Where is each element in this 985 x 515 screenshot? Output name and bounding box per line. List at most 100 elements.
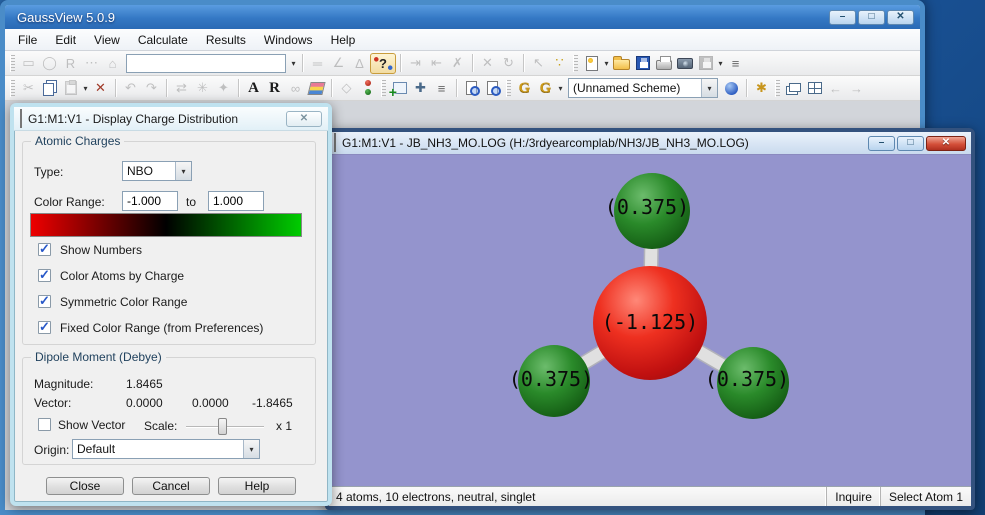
scheme-combobox-arrow-icon[interactable]: ▾ [701,79,717,97]
add-text-icon[interactable]: A [243,78,264,99]
maximize-button[interactable]: □ [858,9,885,25]
place-fragment-icon[interactable]: ▭ [18,53,39,74]
scheme-edit-icon[interactable] [721,78,742,99]
quicklaunch-caret-icon[interactable]: ▾ [556,84,565,93]
add-view-icon[interactable] [389,78,410,100]
save-all-icon[interactable] [695,53,716,74]
toolbar-grip[interactable] [381,79,386,97]
molwin-maximize-button[interactable]: □ [897,135,924,151]
r-group-fragment-icon[interactable]: R [60,53,81,74]
toolbar-grip[interactable] [506,79,511,97]
nav-forward-icon[interactable]: → [846,78,867,99]
gaussian-quicklaunch-icon[interactable]: G [535,78,556,99]
builder-search-input[interactable] [126,53,286,73]
paste-caret-icon[interactable]: ▾ [81,84,90,93]
open-file-icon[interactable] [611,53,632,74]
rebond-icon[interactable]: ↻ [498,53,519,74]
redo-icon[interactable]: ↷ [141,78,162,99]
add-formula-icon[interactable]: R [264,78,285,99]
molecule-window-titlebar[interactable]: G1:M1:V1 - JB_NH3_MO.LOG (H:/3rdyearcomp… [329,132,971,154]
angle-tool-icon[interactable]: ∠ [328,53,349,74]
molwin-close-button[interactable]: ✕ [926,135,966,151]
close-button[interactable]: ✕ [887,9,914,25]
copy-icon[interactable] [39,78,60,99]
clean-structure-icon[interactable]: ✳ [192,78,213,99]
toolbar-grip[interactable] [573,54,578,72]
cascade-windows-icon[interactable] [783,78,804,99]
color-range-max-input[interactable] [208,191,264,211]
output-viewer-icon[interactable] [482,78,503,99]
fixed-range-checkbox[interactable] [38,319,51,335]
delete-icon[interactable]: ✕ [90,78,111,99]
toolbar-grip[interactable] [10,54,15,72]
origin-arrow-icon[interactable]: ▾ [243,440,259,458]
new-file-caret-icon[interactable]: ▾ [602,59,611,68]
main-titlebar[interactable]: GaussView 5.0.9 – □ ✕ [5,5,920,29]
ring-fragment-icon[interactable]: ◯ [39,53,60,74]
delete-fragment-icon[interactable]: ✗ [447,53,468,74]
remove-valence-icon[interactable]: ⇤ [426,53,447,74]
atomic-charges-group-label: Atomic Charges [31,134,125,148]
color-range-min-input[interactable] [122,191,178,211]
molwin-minimize-button[interactable]: – [868,135,895,151]
item-list-icon[interactable]: ≡ [725,53,746,74]
dialog-titlebar[interactable]: G1:M1:V1 - Display Charge Distribution ✕ [14,107,328,131]
charge-type-dropdown[interactable]: NBO ▾ [122,161,192,181]
origin-dropdown[interactable]: Default ▾ [72,439,260,459]
cut-icon[interactable]: ✂ [18,78,39,99]
molecule-viewport[interactable]: (0.375) (-1.125) (0.375) (0.375) [329,154,971,486]
atom-selection-icon[interactable]: ∵ [549,53,570,74]
show-numbers-label: Show Numbers [60,243,143,257]
invert-selection-icon[interactable]: ✕ [477,53,498,74]
chain-fragment-icon[interactable]: ⋯ [81,53,102,74]
symmetric-range-checkbox[interactable] [38,293,51,309]
help-button[interactable]: Help [218,477,296,495]
toolbar-grip[interactable] [775,79,780,97]
dialog-close-button[interactable]: ✕ [286,110,322,127]
cancel-button[interactable]: Cancel [132,477,210,495]
menu-windows[interactable]: Windows [255,30,322,50]
menu-help[interactable]: Help [322,30,365,50]
charge-type-arrow-icon[interactable]: ▾ [175,162,191,180]
mirror-icon[interactable]: ⇄ [171,78,192,99]
tile-windows-icon[interactable] [804,78,825,99]
print-file-icon[interactable] [653,53,674,74]
gaussian-calculate-icon[interactable]: G [514,78,535,99]
menu-calculate[interactable]: Calculate [129,30,197,50]
new-file-icon[interactable] [581,53,602,74]
sequence-list-icon[interactable]: ≡ [431,78,452,99]
builder-combo-caret-icon[interactable]: ▾ [289,59,298,68]
close-dialog-button[interactable]: Close [46,477,124,495]
preferences-icon[interactable]: ✱ [751,78,772,99]
symmetrize-icon[interactable]: ✦ [213,78,234,99]
dihedral-tool-icon[interactable]: ∆ [349,53,370,74]
undo-icon[interactable]: ↶ [120,78,141,99]
add-valence-icon[interactable]: ⇥ [405,53,426,74]
link-fragment-icon[interactable]: ∞ [285,78,306,99]
save-file-icon[interactable] [632,53,653,74]
color-atoms-checkbox[interactable] [38,267,51,283]
capture-image-icon[interactable] [674,53,695,74]
measure-icon[interactable]: ◇ [336,78,357,99]
menu-edit[interactable]: Edit [46,30,85,50]
show-vector-checkbox[interactable] [38,418,51,431]
layers-icon[interactable] [306,78,327,99]
scale-slider-thumb[interactable] [218,418,227,435]
select-tool-icon[interactable]: ↖ [528,53,549,74]
atom-properties-icon[interactable] [357,78,378,99]
log-viewer-icon[interactable] [461,78,482,99]
paste-icon[interactable] [60,78,81,99]
menu-view[interactable]: View [85,30,129,50]
recenter-icon[interactable]: ✚ [410,78,431,99]
menu-file[interactable]: File [9,30,46,50]
menu-results[interactable]: Results [197,30,255,50]
save-all-caret-icon[interactable]: ▾ [716,59,725,68]
minimize-button[interactable]: – [829,9,856,25]
scheme-combobox[interactable]: (Unnamed Scheme) ▾ [568,78,718,98]
nav-back-icon[interactable]: ← [825,78,846,99]
bond-tool-icon[interactable]: ═ [307,53,328,74]
element-fragment-button[interactable]: ? [370,52,396,74]
toolbar-grip[interactable] [10,79,15,97]
build-fragment-icon[interactable]: ⌂ [102,53,123,74]
show-numbers-checkbox[interactable] [38,241,51,257]
